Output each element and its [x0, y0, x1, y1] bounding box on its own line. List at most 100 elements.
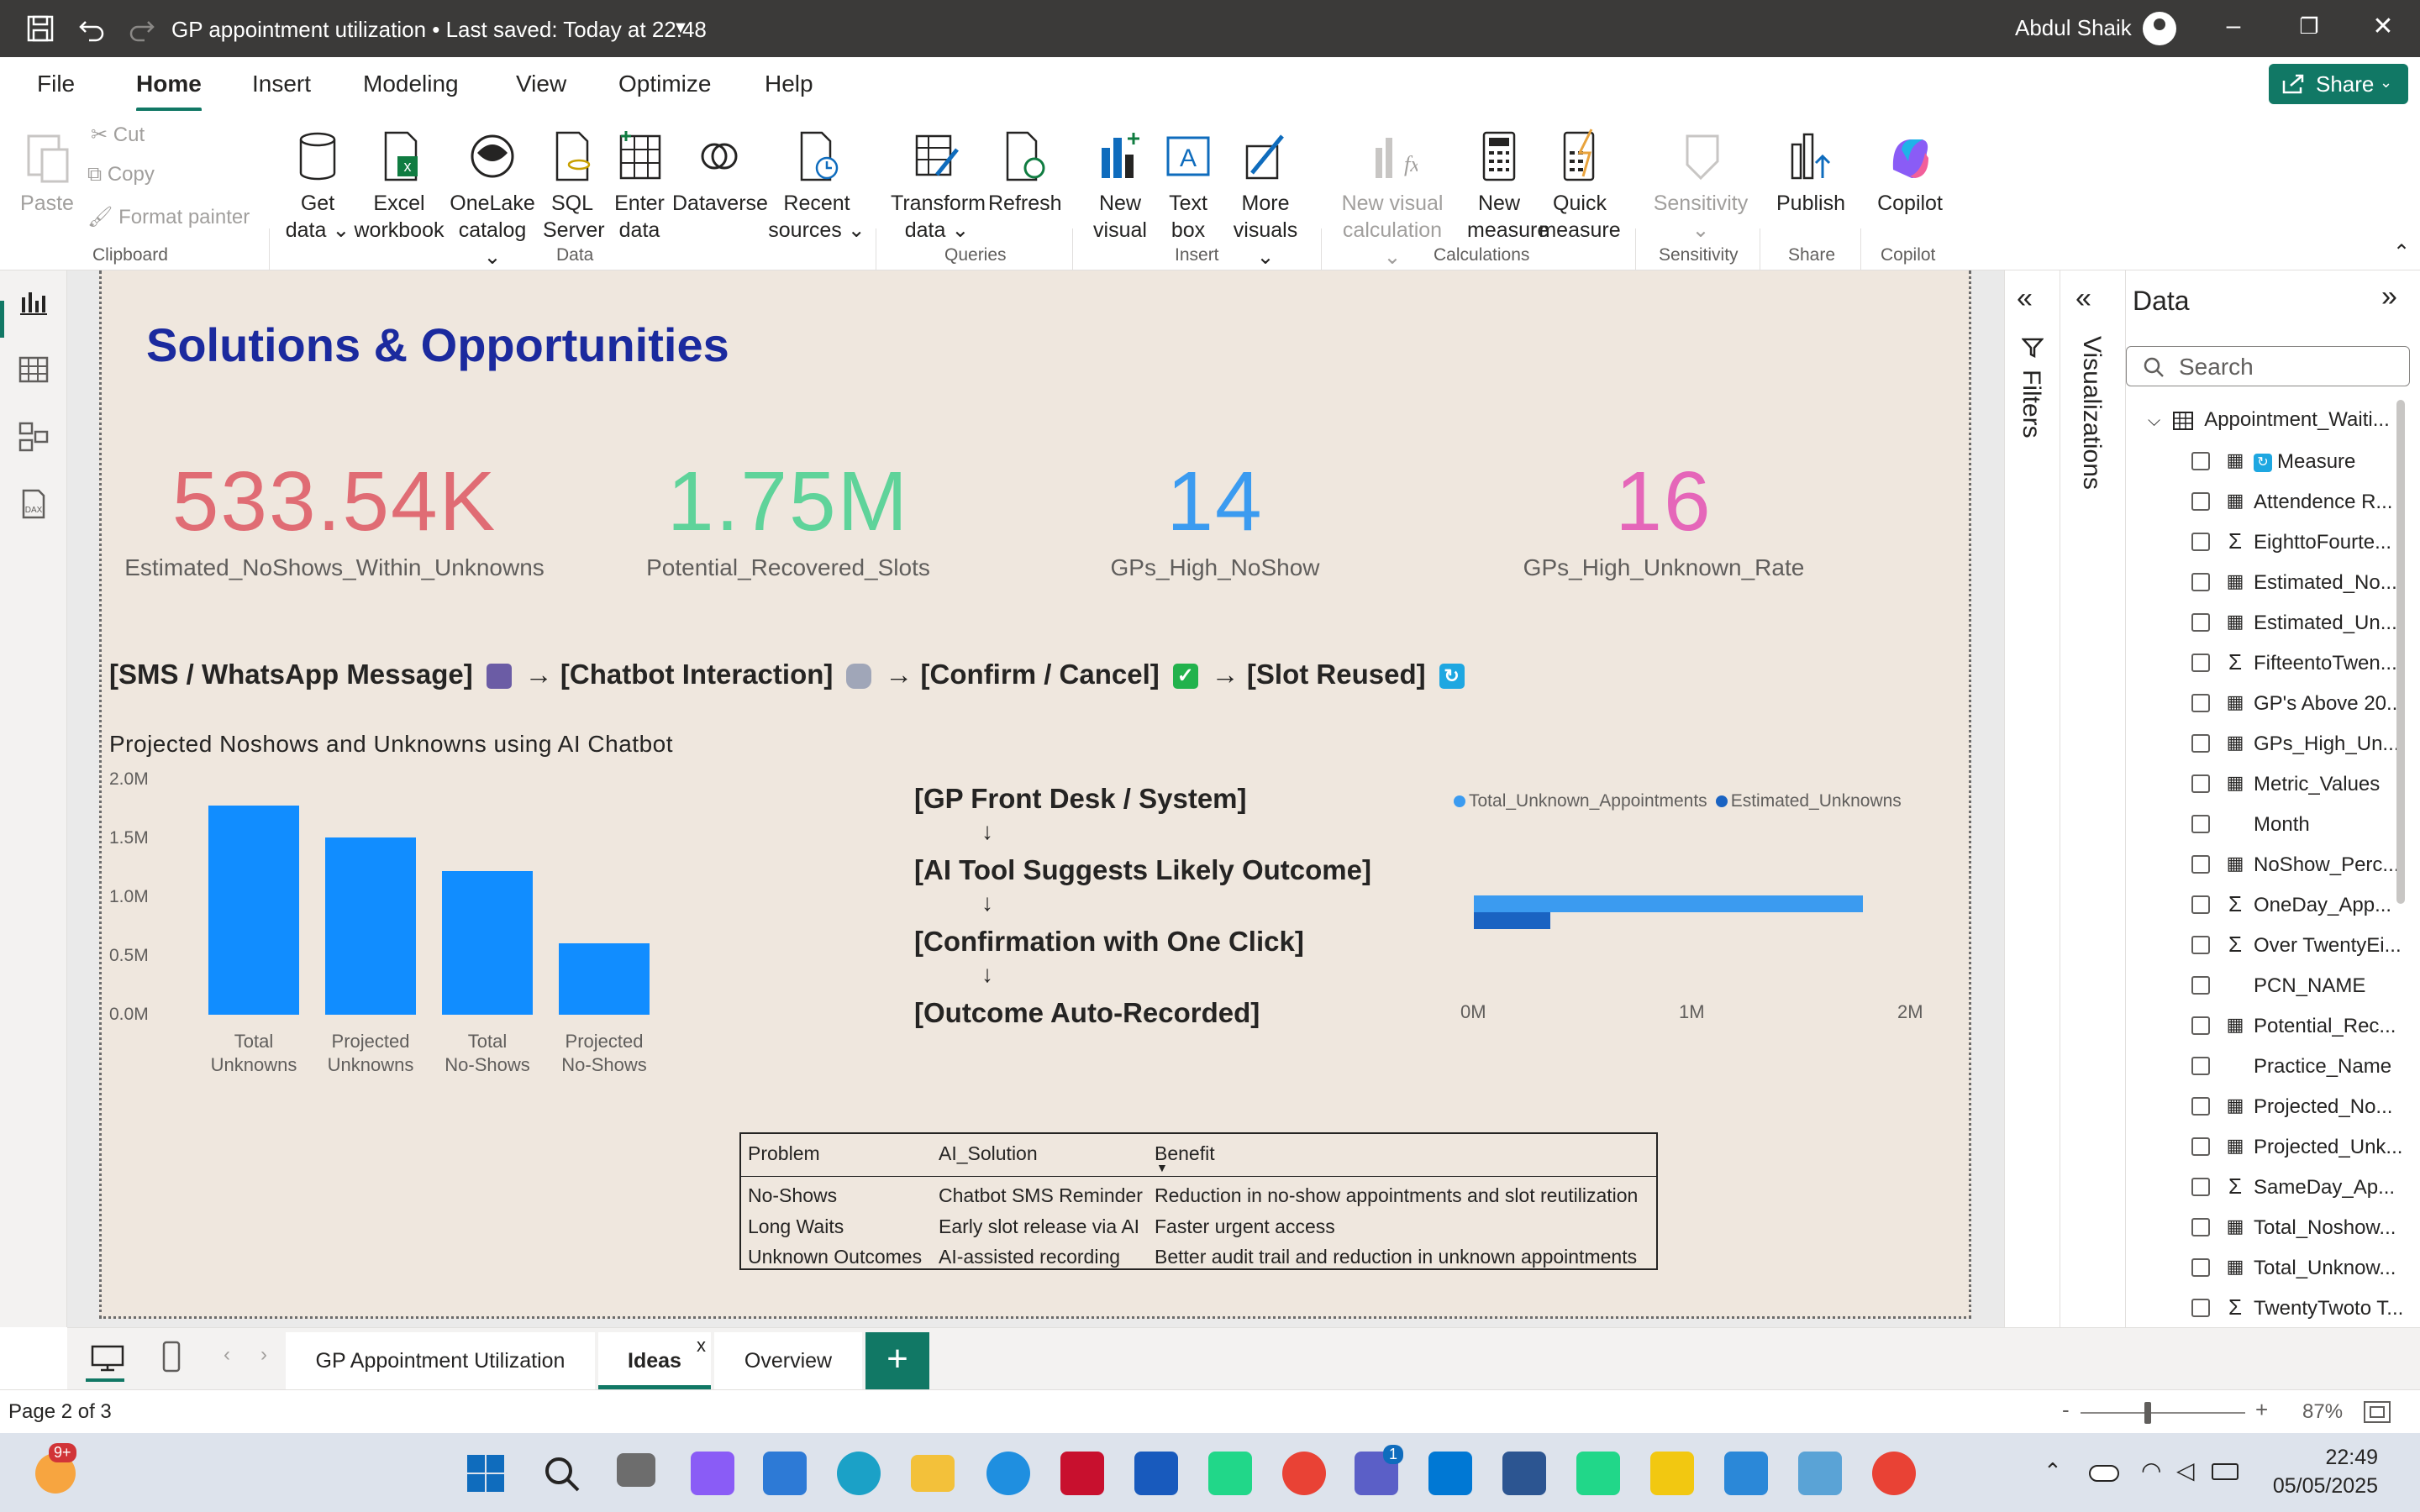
bar-mark[interactable]: [1474, 895, 1863, 912]
volume-icon[interactable]: ◁: [2176, 1457, 2195, 1484]
search-icon[interactable]: [543, 1455, 581, 1494]
sensitivity-button[interactable]: Sensitivity ⌄: [1652, 128, 1749, 244]
field-checkbox[interactable]: [2191, 694, 2210, 712]
more-visuals-button[interactable]: More visuals ⌄: [1227, 128, 1304, 270]
field-checkbox[interactable]: [2191, 815, 2210, 833]
taskbar-clock[interactable]: 22:49 05/05/2025: [2252, 1443, 2378, 1500]
bar-mark[interactable]: [208, 805, 299, 1015]
field-checkbox[interactable]: [2191, 1137, 2210, 1156]
bar-mark[interactable]: [325, 837, 416, 1015]
dax-query-view-icon[interactable]: DAX: [17, 487, 50, 521]
field-item[interactable]: Σ TwentyTwoto T...: [2191, 1292, 2410, 1326]
chrome-icon[interactable]: [1872, 1452, 1916, 1495]
table-node[interactable]: ⌵ Appointment_Waiti...: [2148, 408, 2390, 432]
field-checkbox[interactable]: [2191, 1258, 2210, 1277]
menu-modeling[interactable]: Modeling: [363, 71, 459, 97]
battery-icon[interactable]: [2212, 1463, 2238, 1480]
field-checkbox[interactable]: [2191, 734, 2210, 753]
save-icon[interactable]: [25, 13, 55, 44]
field-item[interactable]: Σ Over TwentyEi...: [2191, 929, 2410, 963]
zoom-slider[interactable]: [2081, 1412, 2245, 1414]
field-item[interactable]: ▦ Attendence R...: [2191, 486, 2410, 519]
file-explorer-icon[interactable]: [911, 1455, 955, 1492]
pycharm-icon[interactable]: [1576, 1452, 1620, 1495]
copy-button[interactable]: ⧉ Copy: [87, 163, 155, 186]
sql-server-button[interactable]: SQL Server: [543, 128, 605, 244]
bar-mark[interactable]: [442, 871, 533, 1015]
field-item[interactable]: ▦ Estimated_No...: [2191, 566, 2410, 600]
field-item[interactable]: ▦ NoShow_Perc...: [2191, 848, 2410, 882]
field-checkbox[interactable]: [2191, 1016, 2210, 1035]
field-checkbox[interactable]: [2191, 976, 2210, 995]
field-item[interactable]: ▦ GP's Above 20...: [2191, 687, 2410, 721]
field-checkbox[interactable]: [2191, 1299, 2210, 1317]
zoom-level[interactable]: 87%: [2302, 1400, 2343, 1424]
field-item[interactable]: ▦ Projected_No...: [2191, 1090, 2410, 1124]
redo-icon[interactable]: [126, 13, 156, 44]
zoom-in-button[interactable]: +: [2255, 1397, 2268, 1423]
zoom-out-button[interactable]: -: [2062, 1397, 2070, 1423]
quick-measure-button[interactable]: Quick measure: [1536, 128, 1623, 244]
field-item[interactable]: ▦ ↻ Measure: [2191, 445, 2410, 479]
menu-file[interactable]: File: [37, 71, 75, 97]
field-checkbox[interactable]: [2191, 1218, 2210, 1236]
dataverse-button[interactable]: Dataverse: [672, 128, 768, 217]
notepad-icon[interactable]: [1724, 1452, 1768, 1495]
copilot-button[interactable]: Copilot: [1872, 128, 1948, 217]
mobile-layout-icon[interactable]: [161, 1340, 182, 1373]
bar-mark[interactable]: [559, 942, 650, 1015]
field-item[interactable]: Practice_Name: [2191, 1050, 2410, 1084]
field-checkbox[interactable]: [2191, 492, 2210, 511]
format-painter-button[interactable]: 🖌 Format painter: [87, 205, 250, 229]
scroll-tabs-left-icon[interactable]: ‹: [224, 1343, 230, 1367]
solutions-table[interactable]: Problem AI_Solution Benefit ▼ No-Shows C…: [739, 1132, 1658, 1270]
app-icon[interactable]: [1798, 1452, 1842, 1495]
data-pane-scrollbar[interactable]: [2396, 400, 2405, 904]
field-item[interactable]: ▦ GPs_High_Un...: [2191, 727, 2410, 761]
data-search-input[interactable]: Search: [2126, 346, 2410, 386]
close-tab-icon[interactable]: x: [697, 1317, 706, 1374]
paste-button[interactable]: Paste: [20, 128, 74, 217]
share-button[interactable]: Share ⌄: [2269, 64, 2408, 104]
cut-button[interactable]: ✂ Cut: [91, 123, 145, 147]
windows-start-icon[interactable]: [466, 1453, 506, 1494]
help-icon[interactable]: [986, 1452, 1030, 1495]
zoom-slider-thumb[interactable]: [2144, 1402, 2151, 1424]
sort-descending-icon[interactable]: ▼: [1156, 1161, 1168, 1174]
bar-mark[interactable]: [1474, 912, 1550, 929]
report-view-icon[interactable]: [17, 286, 50, 319]
field-item[interactable]: Σ OneDay_App...: [2191, 889, 2410, 922]
excel-workbook-button[interactable]: x Excel workbook: [353, 128, 445, 244]
field-item[interactable]: ▦ Potential_Rec...: [2191, 1010, 2410, 1043]
title-dropdown-icon[interactable]: ▼: [672, 18, 689, 38]
collapse-ribbon-icon[interactable]: ⌃: [2393, 240, 2410, 265]
fit-to-page-icon[interactable]: [2363, 1400, 2391, 1424]
refresh-button[interactable]: Refresh: [988, 128, 1062, 217]
edge-icon[interactable]: [837, 1452, 881, 1495]
page-tab-overview[interactable]: Overview: [714, 1332, 862, 1389]
new-visual-calculation-button[interactable]: fx New visual calculation ⌄: [1338, 128, 1447, 270]
vscode-icon[interactable]: [1428, 1452, 1472, 1495]
page-tab-ideas[interactable]: Ideas x: [598, 1332, 711, 1389]
restore-button[interactable]: ❐: [2291, 13, 2328, 47]
field-checkbox[interactable]: [2191, 1057, 2210, 1075]
field-checkbox[interactable]: [2191, 895, 2210, 914]
legend-item[interactable]: Total_Unknown_Appointments: [1454, 791, 1707, 811]
field-checkbox[interactable]: [2191, 774, 2210, 793]
enter-data-button[interactable]: Enter data: [608, 128, 671, 244]
recent-sources-button[interactable]: Recent sources ⌄: [766, 128, 867, 244]
table-header-ai-solution[interactable]: AI_Solution: [939, 1142, 1038, 1165]
field-item[interactable]: PCN_NAME: [2191, 969, 2410, 1003]
desktop-layout-icon[interactable]: [89, 1343, 126, 1373]
kpi-card-value[interactable]: 16: [1496, 454, 1832, 550]
add-page-button[interactable]: +: [865, 1332, 929, 1389]
menu-help[interactable]: Help: [765, 71, 813, 97]
copilot-taskbar-icon[interactable]: [691, 1452, 734, 1495]
field-checkbox[interactable]: [2191, 452, 2210, 470]
onelake-catalog-button[interactable]: OneLake catalog ⌄: [449, 128, 536, 270]
field-item[interactable]: ▦ Total_Unknow...: [2191, 1252, 2410, 1285]
table-header-problem[interactable]: Problem: [748, 1142, 820, 1165]
field-checkbox[interactable]: [2191, 1178, 2210, 1196]
new-measure-button[interactable]: New measure: [1467, 128, 1549, 244]
visualizations-pane[interactable]: « Visualizations: [2060, 270, 2125, 1327]
